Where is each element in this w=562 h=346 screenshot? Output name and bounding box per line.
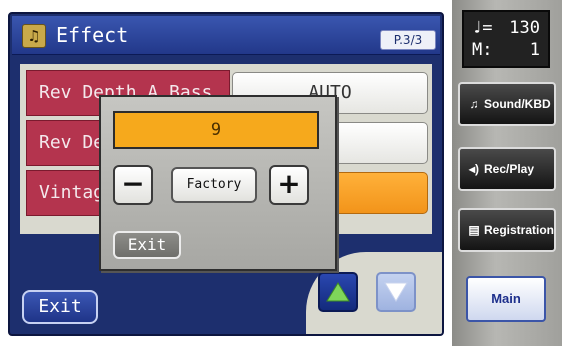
side-panel: ♩= 130 M: 1 ♫ Sound/KBD ◂) Rec/Play ▤ Regis… [452, 0, 562, 346]
music-note-icon: ♫ [469, 97, 479, 111]
rec-play-label: Rec/Play [484, 162, 535, 176]
scroll-up-button[interactable] [318, 272, 358, 312]
triangle-down-icon [384, 282, 408, 302]
registration-label: Registration [484, 223, 555, 237]
triangle-up-icon [326, 282, 350, 302]
registration-button[interactable]: ▤ Registration [458, 208, 556, 252]
main-button[interactable]: Main [466, 276, 546, 322]
book-icon: ▤ [468, 223, 480, 237]
increment-button[interactable]: + [269, 165, 309, 205]
scroll-down-button[interactable] [376, 272, 416, 312]
measure-value: 1 [529, 40, 540, 60]
speaker-icon: ◂) [468, 162, 480, 176]
tempo-symbol: ♩= [472, 18, 493, 38]
measure-label: M: [472, 40, 493, 60]
popup-exit-button[interactable]: Exit [113, 231, 181, 259]
tempo-row: ♩= 130 [472, 17, 540, 39]
tempo-value: 130 [509, 18, 540, 38]
page-indicator: P.3/3 [380, 30, 436, 50]
tempo-display: ♩= 130 M: 1 [462, 10, 550, 68]
measure-row: M: 1 [472, 39, 540, 61]
page-title: Effect [56, 23, 129, 47]
music-note-icon: ♫ [22, 24, 46, 48]
title-bar: ♫ Effect P.3/3 [12, 16, 440, 55]
rec-play-button[interactable]: ◂) Rec/Play [458, 147, 556, 191]
factory-button[interactable]: Factory [171, 167, 257, 203]
sound-kbd-button[interactable]: ♫ Sound/KBD [458, 82, 556, 126]
value-edit-popup: 9 − Factory + Exit [99, 95, 337, 271]
sound-kbd-label: Sound/KBD [484, 97, 551, 111]
decrement-button[interactable]: − [113, 165, 153, 205]
exit-button[interactable]: Exit [22, 290, 98, 324]
value-display: 9 [113, 111, 319, 149]
